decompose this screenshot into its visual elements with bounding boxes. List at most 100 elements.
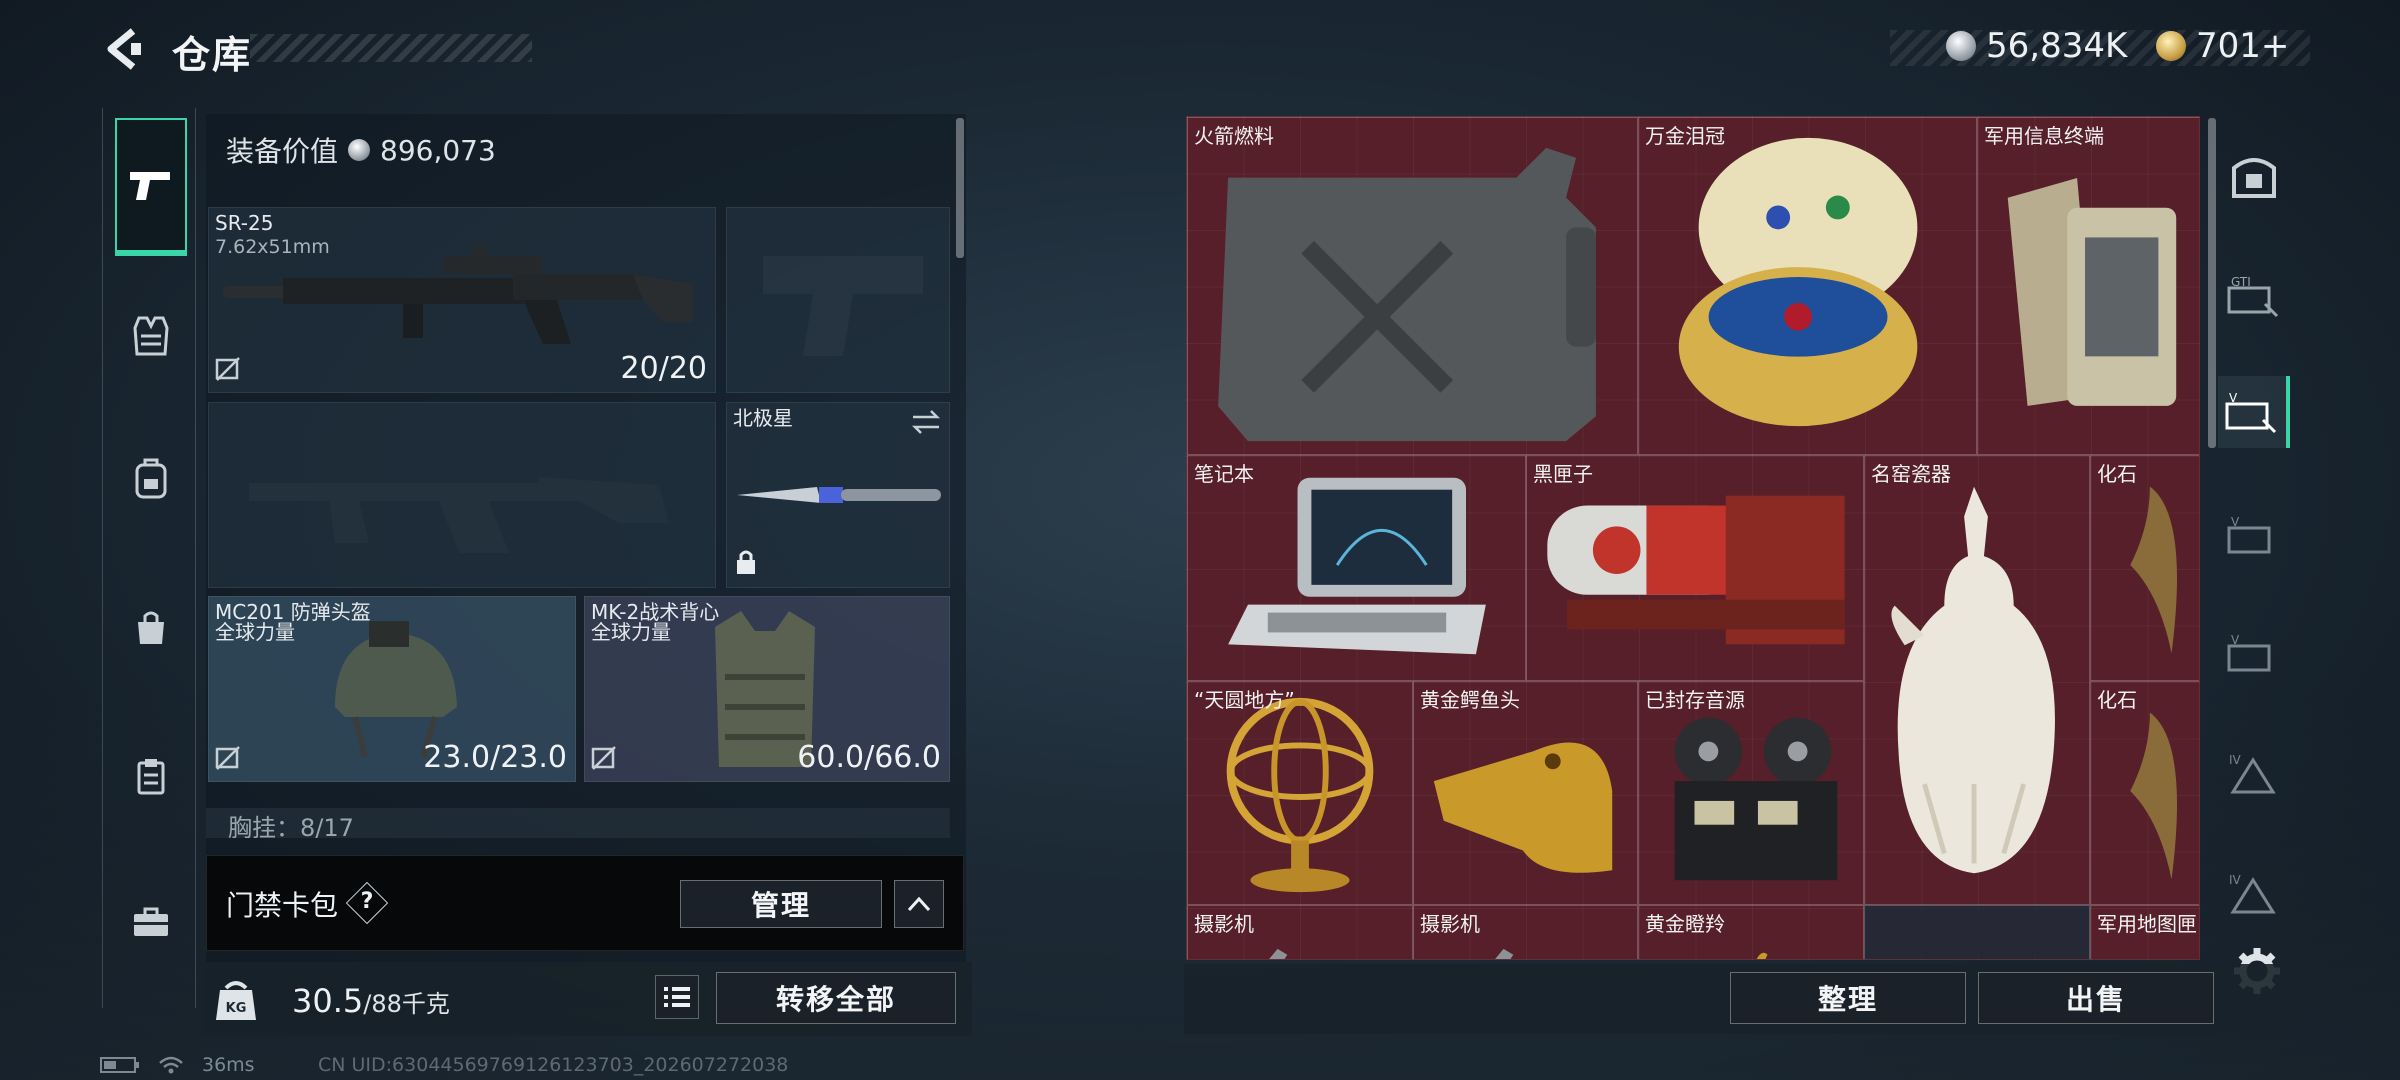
- currency-gold[interactable]: 701+: [2156, 26, 2289, 66]
- grid-item-croc[interactable]: 黄金鳄鱼头: [1413, 681, 1638, 905]
- back-arrow-icon[interactable]: [100, 24, 146, 74]
- rugged-terminal-icon: [2007, 177, 2177, 406]
- grid-item-crown[interactable]: 万金泪冠: [1638, 117, 1977, 455]
- helmet-slot[interactable]: MC201 防弹头盔 全球力量 23.0/23.0: [208, 596, 576, 782]
- item-label: “天圆地方”: [1194, 688, 1295, 712]
- tab-case-gti[interactable]: GTI: [2218, 260, 2290, 332]
- no-insure-icon: [215, 745, 241, 775]
- fuel-can-icon: [1218, 147, 1596, 442]
- equip-value-amount: 896,073: [380, 133, 496, 167]
- melee-slot[interactable]: 北极星: [726, 402, 950, 588]
- grid-item-terminal[interactable]: 军用信息终端: [1977, 117, 2199, 455]
- armillary-sphere-icon: [1226, 697, 1374, 893]
- porcelain-vase-icon: [1891, 486, 2055, 874]
- status-bar: 36ms: [100, 1054, 255, 1076]
- laptop-icon: [1228, 477, 1486, 655]
- grid-item-antelope[interactable]: 黄金瞪羚: [1638, 905, 1864, 959]
- grid-item-blackbox[interactable]: 黑匣子: [1526, 455, 1864, 681]
- case-v-text: V: [2229, 391, 2238, 405]
- secondary-weapon-slot-empty[interactable]: [208, 402, 716, 588]
- silver-coin-icon: [348, 139, 371, 161]
- helmet-faction: 全球力量: [215, 620, 295, 644]
- golden-croc-head-icon: [1433, 742, 1613, 873]
- pistol-silhouette-icon: [763, 256, 923, 356]
- sidearm-slot-empty[interactable]: [726, 207, 950, 393]
- currency-silver-value: 56,834K: [1986, 26, 2128, 66]
- currency-silver[interactable]: 56,834K: [1946, 26, 2127, 66]
- grid-item-vase[interactable]: 名窑瓷器: [1864, 455, 2090, 905]
- grid-item-laptop[interactable]: 笔记本: [1187, 455, 1526, 681]
- keycard-label: 门禁卡包: [226, 889, 339, 922]
- item-label: 黄金瞪羚: [1645, 912, 1725, 936]
- armor-vest-icon: [133, 316, 169, 356]
- case-iv2-icon: IV: [2229, 873, 2276, 914]
- loadout-scrollbar[interactable]: [956, 118, 964, 258]
- grid-item-camera-1[interactable]: 摄影机: [1187, 905, 1413, 959]
- equipment-value: 装备价值 896,073: [226, 130, 496, 170]
- briefcase-icon: [132, 906, 170, 938]
- case-v2-icon: V: [2227, 515, 2271, 554]
- tab-case-iv[interactable]: IV: [2218, 738, 2290, 810]
- grid-item-camera-2[interactable]: 摄影机: [1413, 905, 1638, 959]
- item-label: 万金泪冠: [1645, 124, 1725, 148]
- grid-item-map[interactable]: 军用地图匣: [2090, 905, 2199, 959]
- case-v3-text: V: [2231, 633, 2240, 647]
- tab-case-v-active[interactable]: V: [2218, 376, 2290, 448]
- item-label: 军用地图匣: [2097, 912, 2197, 936]
- equip-value-label: 装备价值: [226, 135, 339, 168]
- uid-text: CN UID:630445697691261237​03_20260727203…: [318, 1054, 789, 1076]
- list-view-button[interactable]: [655, 975, 699, 1019]
- jeweled-egg-icon: [1678, 137, 1918, 427]
- tab-safe[interactable]: [2218, 140, 2290, 212]
- carry-weight-value: 30.5: [292, 982, 364, 1020]
- case-gti-text: GTI: [2231, 275, 2251, 289]
- grid-item-fossil-2[interactable]: 化石: [2090, 681, 2199, 905]
- tab-case-v3[interactable]: V: [2218, 618, 2290, 690]
- item-label: 笔记本: [1194, 462, 1254, 486]
- no-insure-icon: [591, 745, 617, 775]
- case-v2-text: V: [2231, 515, 2240, 529]
- inventory-grid: 火箭燃料 万金泪冠 军用信息终端 笔记本 黑匣子 名窑瓷器 化石 “天圆地方” …: [1186, 116, 2200, 960]
- armor-slot[interactable]: MK-2战术背心 全球力量 60.0/66.0: [584, 596, 950, 782]
- primary-weapon-name: SR-25: [215, 211, 274, 235]
- case-iv-icon: IV: [2229, 753, 2276, 794]
- primary-weapon-slot[interactable]: SR-25 7.62x51mm 20/20: [208, 207, 716, 393]
- help-icon[interactable]: ?: [352, 884, 382, 920]
- sidebar-item-toolbox[interactable]: [115, 886, 187, 958]
- primary-weapon-ammo: 20/20: [620, 351, 707, 386]
- manage-button[interactable]: 管理: [680, 880, 882, 928]
- sidebar-item-bag[interactable]: [115, 592, 187, 664]
- tab-case-v2[interactable]: V: [2218, 500, 2290, 572]
- grid-item-fossil-1[interactable]: 化石: [2090, 455, 2199, 681]
- item-label: 已封存音源: [1645, 688, 1745, 712]
- page-title: 仓库: [172, 33, 253, 77]
- grid-scrollbar[interactable]: [2208, 118, 2216, 448]
- sidebar-item-weapons[interactable]: [115, 118, 187, 256]
- case-iv2-text: IV: [2229, 873, 2242, 887]
- sidebar-item-backpack[interactable]: [115, 442, 187, 514]
- collapse-button[interactable]: [894, 880, 944, 928]
- sort-button[interactable]: 整理: [1730, 972, 1966, 1024]
- grid-item-reel[interactable]: 已封存音源: [1638, 681, 1864, 905]
- sell-button[interactable]: 出售: [1978, 972, 2214, 1024]
- helmet-durability: 23.0/23.0: [423, 740, 567, 775]
- grid-item-armillary[interactable]: “天圆地方”: [1187, 681, 1413, 905]
- swap-icon[interactable]: [911, 409, 941, 439]
- sidebar-item-clipboard[interactable]: [115, 740, 187, 812]
- case-v3-icon: V: [2227, 633, 2271, 672]
- tab-case-iv2[interactable]: IV: [2218, 858, 2290, 930]
- list-icon: [664, 987, 690, 1007]
- knife-icon: [737, 487, 941, 503]
- chest-rig-header: 胸挂：8/17: [206, 808, 950, 838]
- transfer-all-button[interactable]: 转移全部: [716, 972, 956, 1024]
- gold-coin-icon: [2156, 31, 2186, 61]
- grid-item-fuel[interactable]: 火箭燃料: [1187, 117, 1638, 455]
- category-sidebar: [102, 108, 196, 1008]
- bag-icon: [134, 610, 168, 646]
- armor-faction: 全球力量: [591, 620, 671, 644]
- grid-empty-slot[interactable]: [1864, 905, 2090, 959]
- item-label: 摄影机: [1194, 912, 1254, 936]
- claw-fossil-icon: [2130, 486, 2178, 654]
- sidebar-item-armor[interactable]: [115, 300, 187, 372]
- item-label: 摄影机: [1420, 912, 1480, 936]
